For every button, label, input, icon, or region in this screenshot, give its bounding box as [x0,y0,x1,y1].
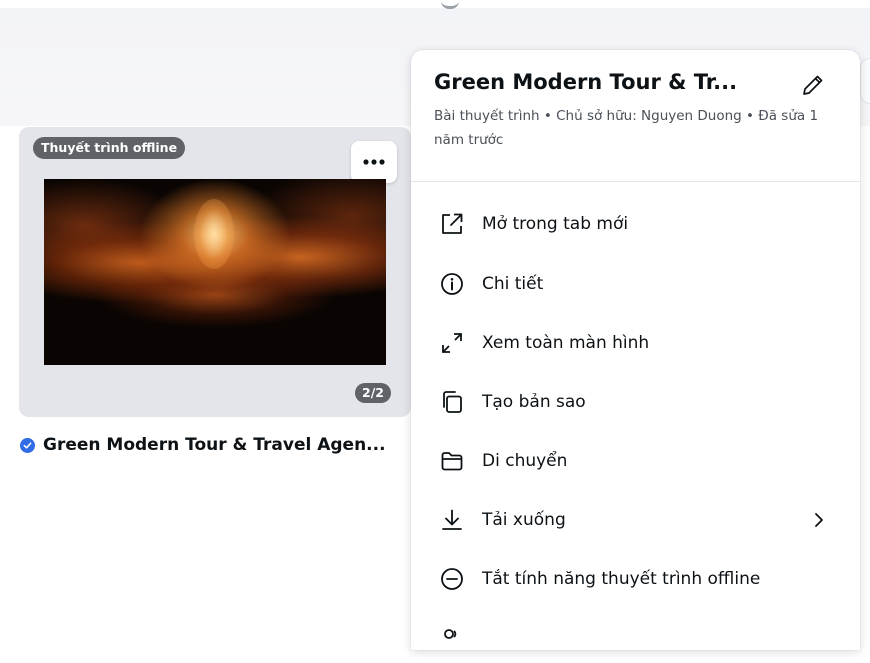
open-in-new-tab-icon [437,209,467,239]
folder-icon [437,446,467,476]
menu-item-label: Xem toàn màn hình [482,333,650,353]
download-icon [437,505,467,535]
menu-item-disable-offline[interactable]: Tắt tính năng thuyết trình offline [411,554,860,604]
menu-item-details[interactable]: Chi tiết [411,259,860,309]
more-options-button[interactable] [351,141,397,183]
menu-divider [411,181,860,182]
more-dots-icon [363,159,385,165]
card-title-row[interactable]: Green Modern Tour & Travel Agen... [20,435,386,455]
menu-item-partial[interactable] [411,613,860,663]
menu-item-move[interactable]: Di chuyển [411,436,860,486]
copy-icon [437,387,467,417]
verified-check-icon [20,437,35,453]
share-icon [437,623,467,653]
menu-item-open-new-tab[interactable]: Mở trong tab mới [411,199,860,249]
menu-item-label: Chi tiết [482,274,544,294]
minus-circle-icon [437,564,467,594]
offline-badge: Thuyết trình offline [33,137,186,159]
page-count-badge: 2/2 [355,383,391,403]
right-partial-panel [860,58,870,104]
pencil-icon [803,75,823,95]
menu-title: Green Modern Tour & Tr... [434,70,738,94]
menu-meta: Bài thuyết trình • Chủ sở hữu: Nguyen Du… [434,108,819,148]
menu-item-duplicate[interactable]: Tạo bản sao [411,377,860,427]
design-card[interactable]: Thuyết trình offline 2/2 [19,127,411,417]
context-menu: Green Modern Tour & Tr... Bài thuyết trì… [411,50,860,650]
fullscreen-icon [437,328,467,358]
menu-item-label: Tạo bản sao [482,392,586,412]
edit-title-button[interactable] [798,70,828,100]
menu-header: Green Modern Tour & Tr... Bài thuyết trì… [434,70,844,152]
chevron-right-icon [809,510,829,530]
menu-item-label: Mở trong tab mới [482,214,629,234]
menu-item-label: Tắt tính năng thuyết trình offline [482,569,761,589]
menu-item-label: Di chuyển [482,451,568,471]
menu-item-label: Tải xuống [482,510,566,530]
info-icon [437,269,467,299]
menu-item-fullscreen[interactable]: Xem toàn màn hình [411,318,860,368]
menu-item-download[interactable]: Tải xuống [411,495,860,545]
design-thumbnail[interactable] [44,179,386,365]
card-title[interactable]: Green Modern Tour & Travel Agen... [43,435,386,455]
thumbnail-glow [194,199,234,269]
